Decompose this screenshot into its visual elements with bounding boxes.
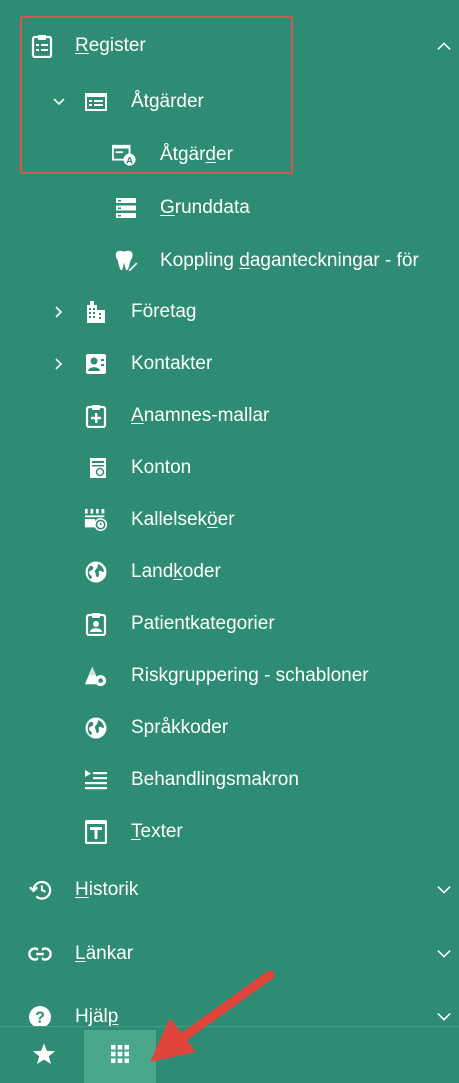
- chevron-down-icon[interactable]: [437, 1010, 451, 1024]
- nav-foretag[interactable]: Företag: [0, 292, 459, 332]
- chevron-right-icon[interactable]: [52, 357, 66, 371]
- server-icon: [114, 196, 138, 220]
- triangle-gear-icon: [84, 664, 108, 688]
- nav-konton-label: Konton: [131, 457, 192, 478]
- nav-lankar-label: Länkar: [75, 943, 134, 964]
- badge-person-icon: [84, 612, 108, 636]
- nav-historik[interactable]: Historik: [0, 869, 459, 911]
- nav-grunddata[interactable]: Grunddata: [0, 188, 459, 228]
- nav-sprakkoder[interactable]: Språkkoder: [0, 708, 459, 748]
- chevron-up-icon[interactable]: [437, 39, 451, 53]
- nav-konton[interactable]: Konton: [0, 448, 459, 488]
- apps-button[interactable]: [84, 1030, 156, 1083]
- nav-anamnes-label: Anamnes-mallar: [131, 405, 270, 426]
- highlight-annotation-box: [20, 16, 293, 174]
- nav-patientkategorier[interactable]: Patientkategorier: [0, 604, 459, 644]
- nav-texter-label: Texter: [131, 821, 183, 842]
- macro-list-icon: [84, 768, 108, 792]
- nav-kallelsekoer[interactable]: Kallelseköer: [0, 500, 459, 540]
- svg-text:?: ?: [35, 1010, 45, 1027]
- nav-riskgruppering-label: Riskgruppering - schabloner: [131, 665, 369, 686]
- contact-card-icon: [84, 352, 108, 376]
- tooth-pen-icon: [114, 249, 138, 273]
- nav-texter[interactable]: Texter: [0, 812, 459, 852]
- building-icon: [84, 300, 108, 324]
- star-icon: [32, 1042, 56, 1071]
- text-t-icon: [84, 820, 108, 844]
- nav-riskgruppering[interactable]: Riskgruppering - schabloner: [0, 656, 459, 696]
- nav-historik-label: Historik: [75, 879, 139, 900]
- nav-kontakter[interactable]: Kontakter: [0, 344, 459, 384]
- nav-sprakkoder-label: Språkkoder: [131, 717, 229, 738]
- chevron-right-icon[interactable]: [52, 305, 66, 319]
- clipboard-plus-icon: [84, 404, 108, 428]
- nav-anamnes-mallar[interactable]: Anamnes-mallar: [0, 396, 459, 436]
- favorites-button[interactable]: [18, 1030, 70, 1083]
- nav-hjalp-label: Hjälp: [75, 1006, 119, 1027]
- link-icon: [28, 942, 52, 966]
- globe-icon: [84, 716, 108, 740]
- nav-kallelse-label: Kallelseköer: [131, 509, 235, 530]
- account-doc-icon: [86, 456, 110, 480]
- nav-landkoder[interactable]: Landkoder: [0, 552, 459, 592]
- nav-koppling[interactable]: Koppling daganteckningar - för: [0, 241, 459, 281]
- queue-clock-icon: [84, 508, 108, 532]
- nav-behandlingsmakron-label: Behandlingsmakron: [131, 769, 299, 790]
- chevron-down-icon[interactable]: [437, 947, 451, 961]
- nav-landkoder-label: Landkoder: [131, 561, 221, 582]
- globe-icon: [84, 560, 108, 584]
- history-icon: [28, 878, 52, 902]
- nav-lankar[interactable]: Länkar: [0, 933, 459, 975]
- nav-foretag-label: Företag: [131, 301, 197, 322]
- grid-icon: [110, 1044, 130, 1069]
- nav-koppling-label: Koppling daganteckningar - för: [160, 250, 419, 271]
- nav-behandlingsmakron[interactable]: Behandlingsmakron: [0, 760, 459, 800]
- chevron-down-icon[interactable]: [437, 883, 451, 897]
- nav-grunddata-label: Grunddata: [160, 197, 250, 218]
- nav-patientkategorier-label: Patientkategorier: [131, 613, 275, 634]
- nav-kontakter-label: Kontakter: [131, 353, 213, 374]
- navigation-panel: Register Åtgärder A Åtgärder Grunddata K…: [0, 0, 459, 1083]
